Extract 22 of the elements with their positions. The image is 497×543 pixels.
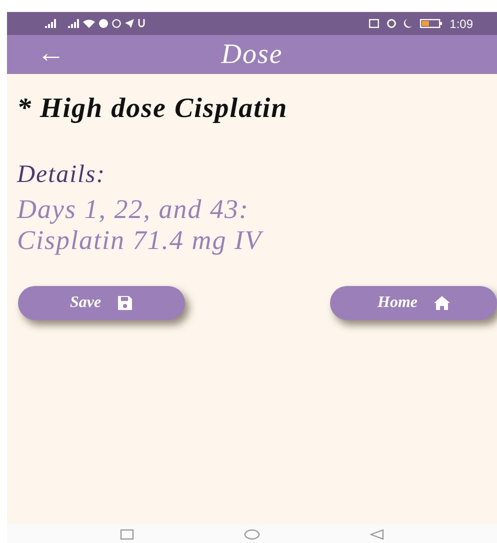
screen-title: Dose	[221, 38, 283, 72]
home-button[interactable]: Home	[330, 286, 497, 320]
regimen-name: * High dose Cisplatin	[17, 92, 289, 126]
recents-icon[interactable]	[120, 528, 134, 540]
home-nav-icon[interactable]	[244, 528, 260, 540]
signal-icon	[68, 19, 79, 28]
home-icon	[434, 295, 450, 310]
back-nav-icon[interactable]	[370, 528, 384, 540]
details-label: Details:	[17, 160, 107, 190]
u-shape-icon	[138, 19, 145, 28]
ring-icon	[112, 19, 121, 28]
signal-icon	[45, 19, 56, 28]
save-button[interactable]: Save	[18, 286, 185, 320]
send-icon	[125, 19, 134, 28]
detail-line: Days 1, 22, and 43:	[17, 194, 250, 225]
circle-icon	[99, 19, 108, 28]
wifi-icon	[83, 19, 95, 28]
battery-icon	[420, 19, 442, 28]
back-button[interactable]: ←	[37, 38, 65, 66]
status-time: 1:09	[450, 16, 473, 32]
detail-line: Cisplatin 71.4 mg IV	[17, 224, 264, 256]
moon-icon	[404, 19, 412, 28]
